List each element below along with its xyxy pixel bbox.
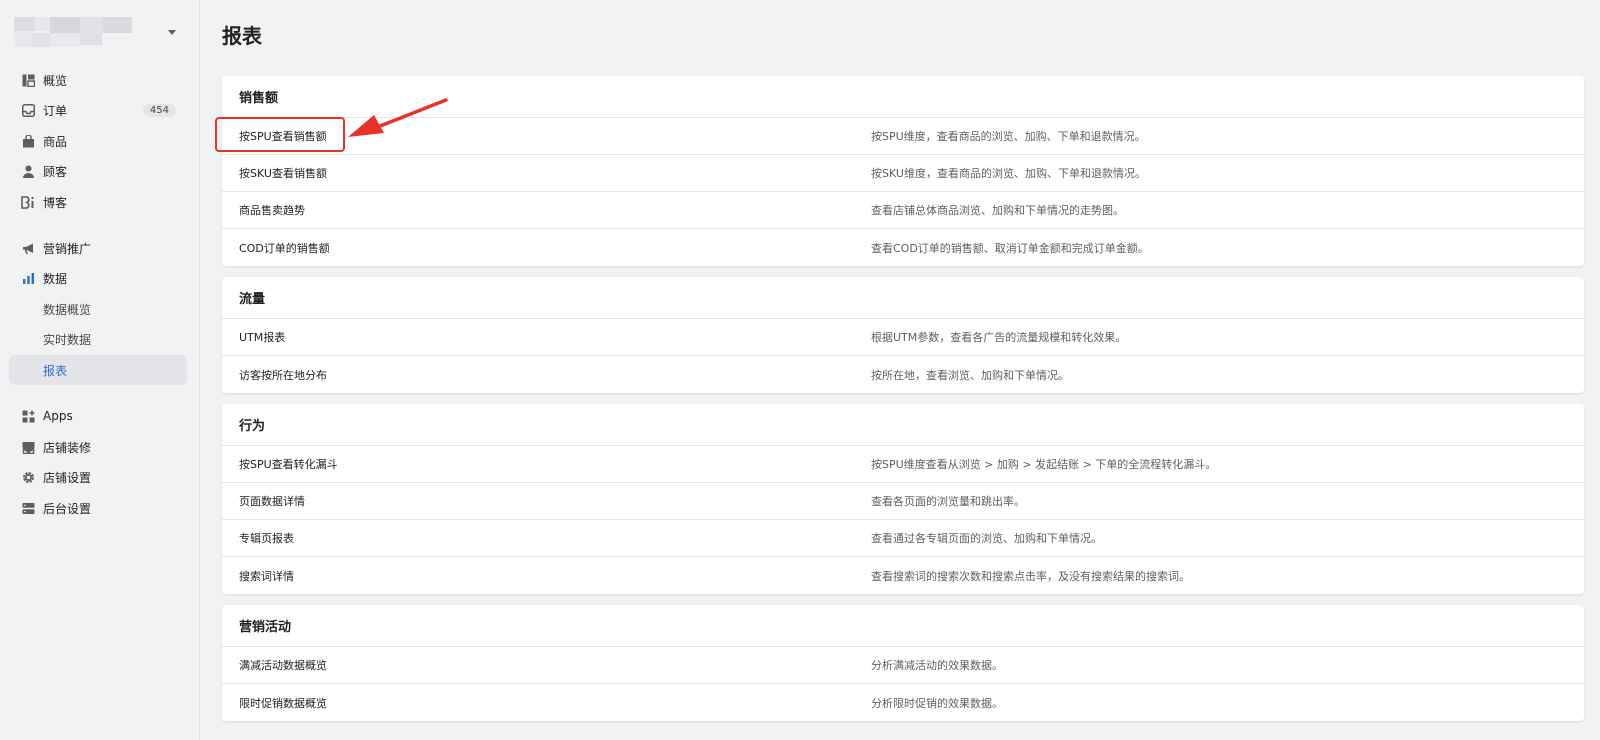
report-section-behavior: 行为 按SPU查看转化漏斗 按SPU维度查看从浏览 > 加购 > 发起结账 > … <box>222 404 1584 594</box>
report-name-link[interactable]: 搜索词详情 <box>222 568 871 584</box>
report-row[interactable]: 限时促销数据概览 分析限时促销的效果数据。 <box>222 684 1584 721</box>
gear-icon <box>21 470 35 484</box>
report-section-promotions: 营销活动 满减活动数据概览 分析满减活动的效果数据。 限时促销数据概览 分析限时… <box>222 605 1584 721</box>
report-name-link[interactable]: 按SKU查看销售额 <box>222 165 871 181</box>
sidebar-item-label: 营销推广 <box>43 241 92 256</box>
store-logo-blurred <box>14 15 138 49</box>
report-row[interactable]: UTM报表 根据UTM参数，查看各广告的流量规模和转化效果。 <box>222 319 1584 356</box>
report-row[interactable]: 页面数据详情 查看各页面的浏览量和跳出率。 <box>222 483 1584 520</box>
report-name-link[interactable]: UTM报表 <box>222 329 871 345</box>
report-description: 查看各页面的浏览量和跳出率。 <box>871 495 1025 508</box>
report-row[interactable]: 按SPU查看转化漏斗 按SPU维度查看从浏览 > 加购 > 发起结账 > 下单的… <box>222 446 1584 483</box>
section-title: 流量 <box>222 277 1584 319</box>
bag-icon <box>21 134 35 148</box>
report-description: 查看搜索词的搜索次数和搜索点击率，及没有搜索结果的搜索词。 <box>871 569 1190 583</box>
sidebar-item-label: 订单 <box>43 103 68 118</box>
report-name-link[interactable]: 满减活动数据概览 <box>222 657 871 673</box>
store-icon <box>21 440 35 454</box>
server-icon <box>21 501 35 515</box>
blog-icon <box>21 195 35 209</box>
sidebar-item-customers[interactable]: 顾客 <box>9 156 187 186</box>
report-description: 查看COD订单的销售额、取消订单金额和完成订单金额。 <box>871 241 1149 255</box>
sidebar-item-store-settings[interactable]: 店铺设置 <box>9 462 187 492</box>
sidebar-item-label: 博客 <box>43 195 68 210</box>
sidebar-item-label: 后台设置 <box>43 501 92 516</box>
megaphone-icon <box>21 241 35 255</box>
sidebar-item-marketing[interactable]: 营销推广 <box>9 233 187 263</box>
report-description: 按所在地，查看浏览、加购和下单情况。 <box>871 368 1069 382</box>
report-description: 分析限时促销的效果数据。 <box>871 696 1003 710</box>
sidebar-item-label: 概览 <box>43 73 68 88</box>
app-root: 概览 订单 454 商品 顾客 博客 营销推广 数据 数据概览 实时数据 报表 … <box>0 0 1600 740</box>
sidebar-item-label: 店铺装修 <box>43 440 92 455</box>
page-title: 报表 <box>222 24 262 48</box>
report-section-traffic: 流量 UTM报表 根据UTM参数，查看各广告的流量规模和转化效果。 访客按所在地… <box>222 277 1584 393</box>
sidebar-item-products[interactable]: 商品 <box>9 126 187 156</box>
report-description: 根据UTM参数，查看各广告的流量规模和转化效果。 <box>871 331 1127 344</box>
sidebar-item-blog[interactable]: 博客 <box>9 187 187 217</box>
report-name-link[interactable]: 按SPU查看销售额 <box>222 128 871 144</box>
report-row[interactable]: 按SKU查看销售额 按SKU维度，查看商品的浏览、加购、下单和退款情况。 <box>222 155 1584 192</box>
sidebar: 概览 订单 454 商品 顾客 博客 营销推广 数据 数据概览 实时数据 报表 … <box>0 0 200 740</box>
sidebar-item-label: 顾客 <box>43 164 68 179</box>
sidebar-item-apps[interactable]: Apps <box>9 401 187 431</box>
sidebar-item-orders[interactable]: 订单 454 <box>9 95 187 125</box>
overview-icon <box>21 73 35 87</box>
person-icon <box>21 164 35 178</box>
report-name-link[interactable]: 访客按所在地分布 <box>222 367 871 383</box>
report-description: 按SPU维度查看从浏览 > 加购 > 发起结账 > 下单的全流程转化漏斗。 <box>871 458 1217 471</box>
sidebar-subitem-reports[interactable]: 报表 <box>9 355 187 385</box>
report-description: 查看通过各专辑页面的浏览、加购和下单情况。 <box>871 532 1102 545</box>
sidebar-item-overview[interactable]: 概览 <box>9 65 187 95</box>
sidebar-item-store-design[interactable]: 店铺装修 <box>9 432 187 462</box>
report-row[interactable]: 满减活动数据概览 分析满减活动的效果数据。 <box>222 647 1584 684</box>
report-name-link[interactable]: 商品售卖趋势 <box>222 202 871 218</box>
section-title: 行为 <box>222 404 1584 446</box>
report-description: 按SPU维度，查看商品的浏览、加购、下单和退款情况。 <box>871 130 1146 143</box>
report-row[interactable]: 专辑页报表 查看通过各专辑页面的浏览、加购和下单情况。 <box>222 520 1584 557</box>
report-description: 查看店铺总体商品浏览、加购和下单情况的走势图。 <box>871 204 1124 217</box>
report-row[interactable]: 搜索词详情 查看搜索词的搜索次数和搜索点击率，及没有搜索结果的搜索词。 <box>222 557 1584 594</box>
sidebar-subitem-realtime-data[interactable]: 实时数据 <box>9 324 187 354</box>
report-description: 按SKU维度，查看商品的浏览、加购、下单和退款情况。 <box>871 167 1146 180</box>
section-title: 营销活动 <box>222 605 1584 647</box>
sidebar-item-label: 店铺设置 <box>43 470 92 485</box>
sidebar-subitem-data-overview[interactable]: 数据概览 <box>9 294 187 324</box>
sidebar-item-analytics[interactable]: 数据 <box>9 263 187 293</box>
annotation-arrow-icon <box>348 98 448 137</box>
store-switcher[interactable] <box>14 14 182 50</box>
sidebar-item-label: 数据 <box>43 271 68 286</box>
report-name-link[interactable]: 按SPU查看转化漏斗 <box>222 456 871 472</box>
report-description: 分析满减活动的效果数据。 <box>871 659 1003 672</box>
report-name-link[interactable]: 限时促销数据概览 <box>222 695 871 711</box>
sidebar-item-label: Apps <box>43 409 73 423</box>
apps-icon <box>21 409 35 423</box>
report-row[interactable]: 商品售卖趋势 查看店铺总体商品浏览、加购和下单情况的走势图。 <box>222 192 1584 229</box>
report-row[interactable]: COD订单的销售额 查看COD订单的销售额、取消订单金额和完成订单金额。 <box>222 229 1584 266</box>
report-name-link[interactable]: COD订单的销售额 <box>222 240 871 256</box>
bar-chart-icon <box>21 271 35 285</box>
report-row[interactable]: 访客按所在地分布 按所在地，查看浏览、加购和下单情况。 <box>222 356 1584 393</box>
chevron-down-icon[interactable] <box>168 30 176 35</box>
report-name-link[interactable]: 专辑页报表 <box>222 530 871 546</box>
inbox-icon <box>21 103 35 117</box>
report-name-link[interactable]: 页面数据详情 <box>222 493 871 509</box>
sidebar-item-label: 商品 <box>43 134 68 149</box>
orders-count-badge: 454 <box>142 103 176 117</box>
sidebar-item-admin-settings[interactable]: 后台设置 <box>9 493 187 523</box>
